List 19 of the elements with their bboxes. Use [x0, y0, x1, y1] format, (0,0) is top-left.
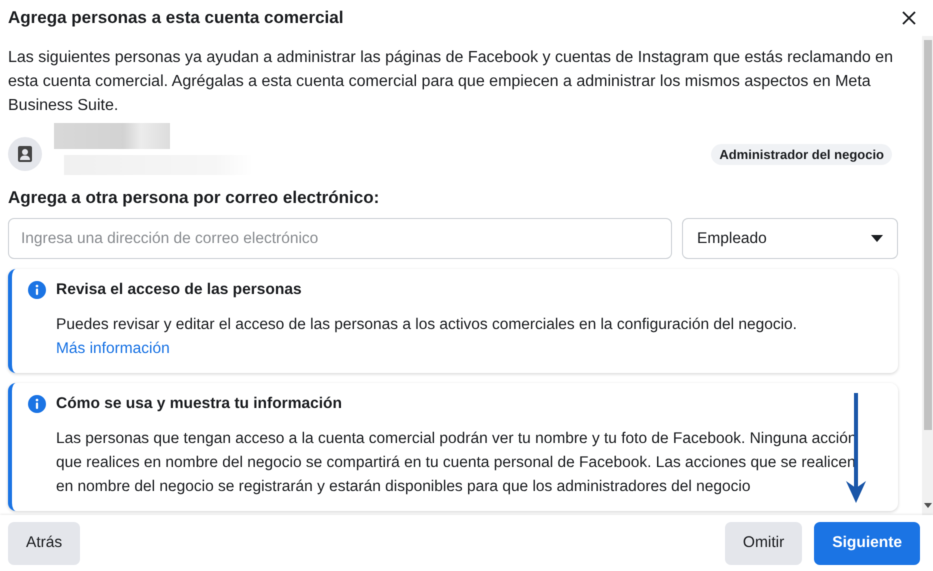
skip-button[interactable]: Omitir — [724, 522, 802, 564]
card-title: Cómo se usa y muestra tu información — [56, 395, 342, 413]
role-badge: Administrador del negocio — [711, 144, 892, 164]
card-text: Puedes revisar y editar el acceso de las personas a los activos comerciales en la configuración del negocio. — [56, 315, 798, 335]
intro-text: Las siguientes personas ya ayudan a administrar las páginas de Facebook y cuentas de Instagram que estás reclamando en esta cuenta comercial. Agrégalas a esta cuenta comercial para que empiecen a administrar los mismos aspectos en Meta Business Suite. — [8, 48, 894, 116]
dialog-title: Agrega personas a esta cuenta comercial — [8, 8, 344, 28]
next-button[interactable]: Siguiente — [814, 522, 920, 564]
section-heading: Agrega a otra persona por correo electrónico: — [8, 188, 380, 208]
caret-icon — [871, 234, 883, 242]
back-button[interactable]: Atrás — [8, 522, 80, 564]
info-icon — [28, 281, 46, 299]
avatar-icon — [8, 137, 42, 171]
role-dropdown[interactable]: Empleado — [682, 218, 898, 259]
close-icon[interactable] — [901, 10, 917, 26]
email-field[interactable]: Ingresa una dirección de correo electrónico — [8, 218, 672, 259]
info-icon — [28, 395, 46, 413]
more-info-link[interactable]: Más información — [56, 337, 170, 361]
card-title: Revisa el acceso de las personas — [56, 281, 302, 299]
scroll-down-icon[interactable] — [924, 503, 932, 509]
